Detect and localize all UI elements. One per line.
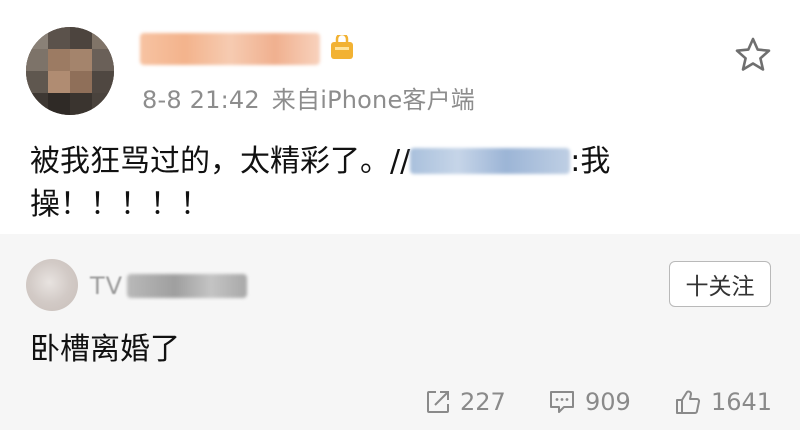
- retweeted-post[interactable]: TV 十关注 卧槽离婚了 227 909 1641: [0, 234, 800, 430]
- share-count: 227: [460, 388, 506, 416]
- vip-badge-icon: [331, 35, 353, 59]
- weibo-post: 8-8 21:42 来自iPhone客户端 被我狂骂过的，太精彩了。// :我 操！…: [0, 0, 800, 234]
- action-bar: 227 909 1641: [0, 384, 800, 420]
- star-icon[interactable]: [734, 36, 772, 74]
- comment-icon: [550, 391, 574, 413]
- post-meta: 8-8 21:42 来自iPhone客户端: [142, 80, 475, 115]
- original-author-prefix: TV: [90, 272, 124, 300]
- post-text-part1: 被我狂骂过的，太精彩了。//: [30, 144, 411, 179]
- share-button[interactable]: 227: [425, 384, 506, 420]
- post-timestamp: 8-8 21:42: [142, 86, 260, 114]
- post-text-part2: :我: [570, 144, 611, 179]
- post-source: 来自iPhone客户端: [271, 86, 476, 114]
- original-author-name[interactable]: TV: [90, 270, 248, 302]
- share-icon: [427, 391, 449, 413]
- original-author-avatar[interactable]: [26, 259, 78, 311]
- like-button[interactable]: 1641: [674, 384, 772, 420]
- like-count: 1641: [711, 388, 773, 416]
- original-author-name-blur: [127, 274, 248, 298]
- post-content: 被我狂骂过的，太精彩了。// :我 操！！！！！: [30, 140, 770, 226]
- avatar-image: [26, 27, 114, 115]
- post-text-line2: 操！！！！！: [30, 187, 210, 222]
- avatar[interactable]: [26, 27, 114, 115]
- mention-link[interactable]: [410, 148, 571, 174]
- comment-button[interactable]: 909: [548, 384, 631, 420]
- comment-count: 909: [585, 388, 631, 416]
- username[interactable]: [140, 33, 320, 65]
- retweeted-text: 卧槽离婚了: [30, 332, 180, 367]
- follow-button[interactable]: 十关注: [669, 261, 771, 307]
- thumbs-up-icon: [676, 390, 701, 414]
